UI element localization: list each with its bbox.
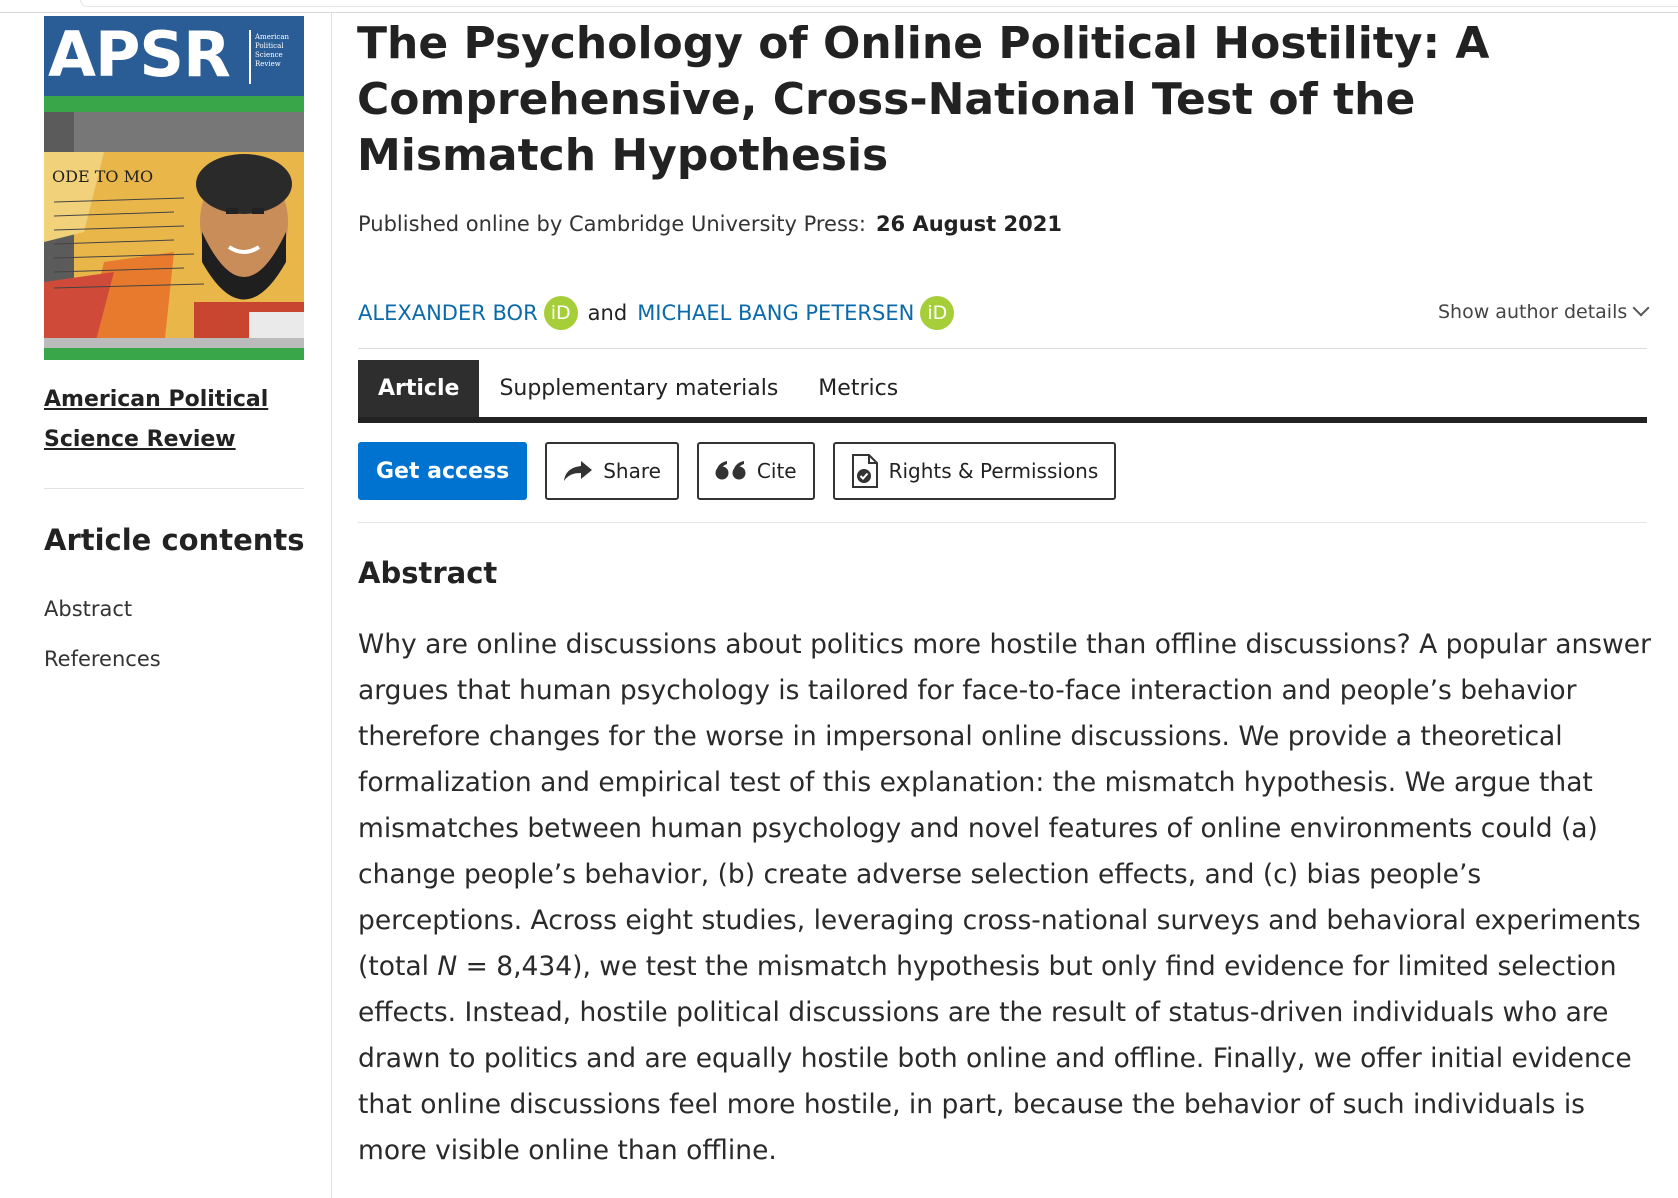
cite-label: Cite [756,459,797,483]
abstract-text-part2: = 8,434), we test the mismatch hypothesi… [358,951,1632,1166]
published-label: Published online by Cambridge University… [358,212,866,236]
cover-subtitle: American Political Science Review [255,33,290,68]
browser-top-edge [0,0,1678,13]
get-access-button[interactable]: Get access [358,442,528,500]
tab-article[interactable]: Article [358,360,480,417]
cover-mural-art: ODE TO MO [44,112,304,348]
share-arrow-icon [563,460,593,482]
article-title: The Psychology of Online Political Hosti… [357,18,1490,181]
share-button[interactable]: Share [545,442,679,500]
article-tabs: Article Supplementary materials Metrics [358,360,918,417]
published-date: 26 August 2021 [875,212,1062,236]
journal-name-line2: Science Review [44,427,236,452]
author-link-bor[interactable]: ALEXANDER BOR [358,301,538,325]
abstract-heading: Abstract [358,556,498,590]
abstract-text-part1: Why are online discussions about politic… [358,629,1651,982]
show-author-details-label: Show author details [1438,301,1628,323]
sidebar-rule [44,488,304,489]
cite-button[interactable]: Cite [696,442,815,500]
show-author-details-toggle[interactable]: Show author details [1438,299,1650,323]
article-contents-heading: Article contents [44,523,305,557]
document-check-icon [851,454,879,488]
journal-name-link[interactable]: American Political Science Review [44,380,304,460]
author-list: ALEXANDER BOR iD and MICHAEL BANG PETERS… [358,296,955,330]
sidebar-divider [331,12,332,1198]
abstract-n-symbol: N [437,951,458,982]
orcid-icon[interactable]: iD [543,296,578,330]
journal-cover-image[interactable]: APSR American Political Science Review O… [44,16,304,360]
chevron-down-icon [1632,299,1650,317]
abstract-text: Why are online discussions about politic… [358,622,1653,1174]
journal-name-line1: American Political [44,387,269,412]
orcid-icon[interactable]: iD [920,296,955,330]
tab-underline [358,417,1647,423]
contents-item-references[interactable]: References [44,647,161,671]
tab-supplementary-materials[interactable]: Supplementary materials [479,360,798,417]
svg-text:ODE TO MO: ODE TO MO [52,167,153,186]
actions-rule [358,522,1647,523]
author-joiner: and [587,301,628,325]
cover-brand: APSR [48,18,231,91]
share-label: Share [603,459,661,483]
quote-icon [715,460,747,482]
rights-permissions-label: Rights & Permissions [888,459,1099,483]
author-link-petersen[interactable]: MICHAEL BANG PETERSEN [637,301,914,325]
publication-info: Published online by Cambridge University… [358,212,1062,236]
tab-metrics[interactable]: Metrics [798,360,918,417]
rights-permissions-button[interactable]: Rights & Permissions [832,442,1117,500]
article-actions: Get access Share Cite Rights & Permissio… [358,442,1117,502]
contents-item-abstract[interactable]: Abstract [44,597,132,621]
author-section-rule [358,348,1647,349]
